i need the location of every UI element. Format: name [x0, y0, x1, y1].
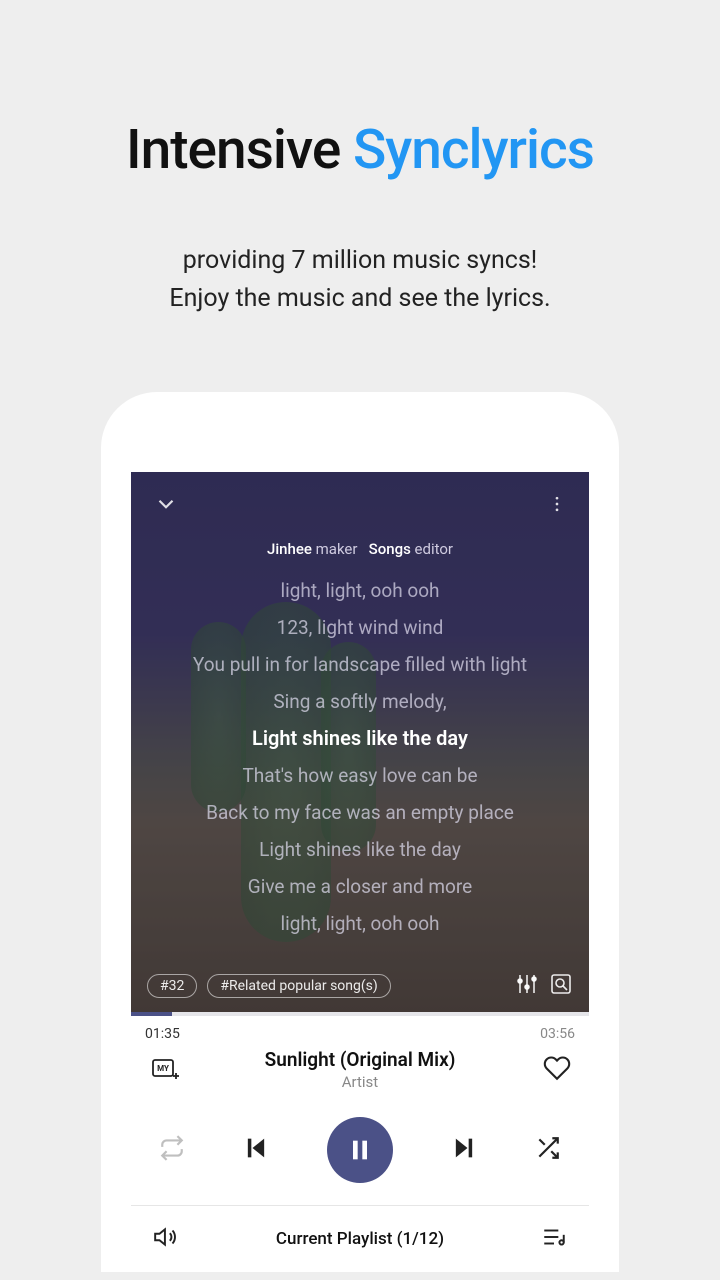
collapse-player-button[interactable]	[153, 491, 179, 517]
bottom-bar: Current Playlist (1/12)	[131, 1205, 589, 1272]
hero-title-part1: Intensive	[126, 118, 353, 182]
more-options-button[interactable]	[547, 494, 567, 514]
volume-button[interactable]	[153, 1224, 179, 1254]
next-button[interactable]	[450, 1134, 478, 1166]
app-screen: Jinhee maker Songs editor light, light, …	[131, 472, 589, 1272]
hero-subtitle: providing 7 million music syncs! Enjoy t…	[0, 242, 720, 317]
playback-controls	[131, 1091, 589, 1205]
meta-role: editor	[415, 540, 453, 558]
lyric-line: Back to my face was an empty place	[151, 794, 569, 831]
playlist-queue-button[interactable]	[541, 1224, 567, 1254]
lyrics-search-button[interactable]	[549, 972, 573, 1000]
track-title: Sunlight (Original Mix)	[191, 1048, 529, 1071]
tag-chip[interactable]: #32	[147, 974, 197, 998]
lyric-line: Light shines like the day	[151, 831, 569, 868]
track-artist: Artist	[191, 1073, 529, 1091]
play-pause-button[interactable]	[327, 1117, 393, 1183]
hero-sub-line1: providing 7 million music syncs!	[0, 242, 720, 280]
repeat-button[interactable]	[159, 1135, 185, 1165]
equalizer-button[interactable]	[515, 972, 539, 1000]
lyric-line-current: Light shines like the day	[151, 720, 569, 757]
lyric-line: That's how easy love can be	[151, 757, 569, 794]
meta-author: Songs	[369, 540, 411, 558]
hero-title: Intensive Synclyrics	[0, 118, 720, 182]
progress-fill	[131, 1012, 172, 1016]
now-playing: MY Sunlight (Original Mix) Artist	[131, 1048, 589, 1091]
time-row: 01:35 03:56	[131, 1016, 589, 1042]
hero-title-part2: Synclyrics	[353, 118, 594, 182]
lyric-line: light, light, ooh ooh	[151, 572, 569, 609]
player-topbar	[131, 472, 589, 536]
time-total: 03:56	[540, 1026, 575, 1042]
progress-bar[interactable]	[131, 1012, 589, 1016]
svg-text:MY: MY	[157, 1064, 169, 1073]
lyric-line: 123, light wind wind	[151, 609, 569, 646]
add-to-my-button[interactable]: MY	[149, 1054, 181, 1090]
meta-author: Jinhee	[267, 540, 312, 558]
favorite-button[interactable]	[543, 1054, 571, 1086]
previous-button[interactable]	[242, 1134, 270, 1166]
meta-role: maker	[316, 540, 358, 558]
lyrics-panel[interactable]: light, light, ooh ooh 123, light wind wi…	[131, 572, 589, 942]
tag-row: #32 #Related popular song(s)	[131, 972, 589, 1000]
current-playlist-button[interactable]: Current Playlist (1/12)	[276, 1229, 444, 1249]
lyric-line: light, light, ooh ooh	[151, 905, 569, 942]
lyric-line: Sing a softly melody,	[151, 683, 569, 720]
tag-chip[interactable]: #Related popular song(s)	[207, 974, 390, 998]
lyrics-meta: Jinhee maker Songs editor	[131, 540, 589, 558]
lyric-line: Give me a closer and more	[151, 868, 569, 905]
album-cover-area: Jinhee maker Songs editor light, light, …	[131, 472, 589, 1012]
lyric-line: You pull in for landscape filled with li…	[151, 646, 569, 683]
shuffle-button[interactable]	[535, 1135, 561, 1165]
time-elapsed: 01:35	[145, 1026, 180, 1042]
phone-frame: Jinhee maker Songs editor light, light, …	[101, 392, 619, 1272]
hero-sub-line2: Enjoy the music and see the lyrics.	[0, 280, 720, 318]
